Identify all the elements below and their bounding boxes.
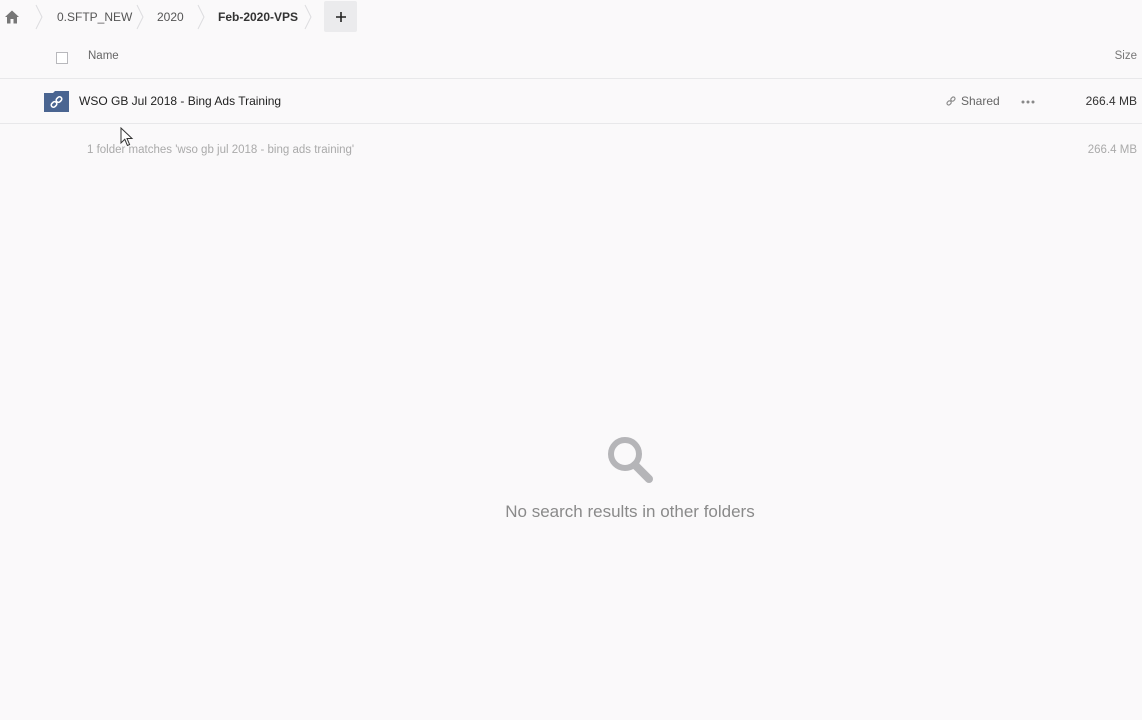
file-size: 266.4 MB	[1085, 94, 1137, 108]
shared-link[interactable]: Shared	[945, 94, 1000, 108]
column-header-size[interactable]: Size	[1115, 50, 1137, 62]
breadcrumb-item-2020[interactable]: 2020	[157, 0, 184, 34]
search-icon	[608, 437, 653, 483]
table-header: Name Size	[0, 42, 1142, 79]
breadcrumb-separator-icon	[304, 4, 312, 30]
file-name[interactable]: WSO GB Jul 2018 - Bing Ads Training	[79, 94, 281, 108]
search-summary: 1 folder matches 'wso gb jul 2018 - bing…	[87, 144, 355, 156]
empty-state-message: No search results in other folders	[505, 502, 755, 521]
file-browser: 0.SFTP_NEW 2020 Feb-2020-VPS Name Size W…	[0, 0, 1142, 720]
breadcrumb-item-feb-2020-vps[interactable]: Feb-2020-VPS	[218, 0, 298, 34]
breadcrumb-item-sftp-new[interactable]: 0.SFTP_NEW	[57, 0, 132, 34]
column-header-name[interactable]: Name	[88, 50, 119, 62]
summary-size: 266.4 MB	[1087, 144, 1137, 156]
breadcrumb-separator-icon	[197, 4, 205, 30]
breadcrumb-separator-icon	[35, 4, 43, 30]
add-button[interactable]	[324, 1, 357, 32]
table-row[interactable]: WSO GB Jul 2018 - Bing Ads Training Shar…	[0, 80, 1142, 124]
shared-folder-icon	[44, 91, 69, 112]
plus-icon	[335, 11, 346, 22]
breadcrumb-separator-icon	[136, 4, 144, 30]
select-all-checkbox[interactable]	[56, 52, 68, 64]
shared-label: Shared	[961, 94, 1000, 108]
home-icon[interactable]	[4, 9, 20, 25]
link-icon	[946, 96, 956, 106]
more-options-icon[interactable]	[1020, 94, 1036, 110]
